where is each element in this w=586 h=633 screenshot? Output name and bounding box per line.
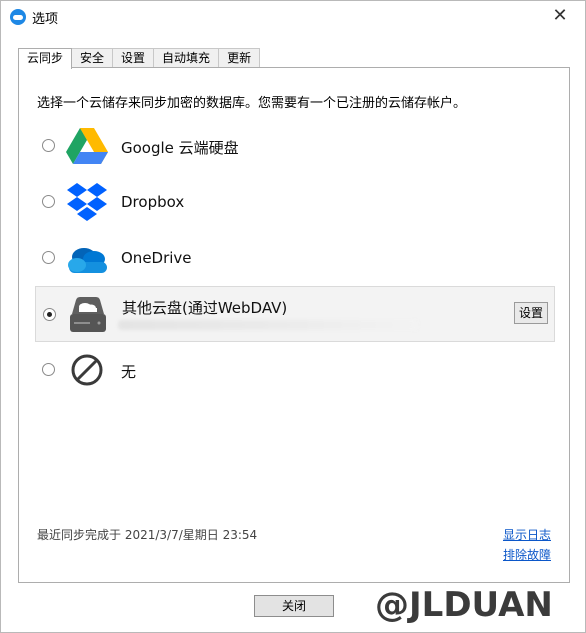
show-log-link[interactable]: 显示日志 bbox=[503, 526, 551, 543]
cloud-app-icon bbox=[10, 9, 26, 25]
option-none[interactable]: 无 bbox=[35, 342, 555, 398]
window-title: 选项 bbox=[32, 12, 59, 27]
watermark: @JLDUAN bbox=[375, 585, 553, 625]
title-bar: 选项 ✕ bbox=[1, 1, 585, 32]
radio-webdav[interactable] bbox=[43, 308, 56, 321]
tab-security[interactable]: 安全 bbox=[71, 48, 114, 68]
option-webdav[interactable]: 其他云盘(通过WebDAV) 设置 bbox=[35, 286, 555, 342]
webdav-url-blurred bbox=[118, 320, 418, 330]
option-label-dropbox: Dropbox bbox=[121, 193, 185, 211]
close-window-button[interactable]: ✕ bbox=[549, 5, 571, 27]
option-label-none: 无 bbox=[121, 363, 137, 381]
google-drive-icon bbox=[66, 128, 108, 164]
tab-settings[interactable]: 设置 bbox=[112, 48, 155, 68]
option-onedrive[interactable]: OneDrive bbox=[35, 230, 555, 286]
radio-google-drive[interactable] bbox=[42, 139, 55, 152]
option-label-onedrive: OneDrive bbox=[121, 249, 192, 267]
troubleshoot-link[interactable]: 排除故障 bbox=[503, 546, 551, 563]
option-label-google-drive: Google 云端硬盘 bbox=[121, 139, 239, 157]
radio-none[interactable] bbox=[42, 363, 55, 376]
tab-update[interactable]: 更新 bbox=[218, 48, 261, 68]
tab-strip: 云同步 安全 设置 自动填充 更新 bbox=[18, 48, 261, 69]
tab-autofill[interactable]: 自动填充 bbox=[153, 48, 220, 68]
cloud-sync-panel: 选择一个云储存来同步加密的数据库。您需要有一个已注册的云储存帐户。 Google… bbox=[18, 67, 570, 583]
last-sync-status: 最近同步完成于 2021/3/7/星期日 23:54 bbox=[37, 528, 258, 542]
dropbox-icon bbox=[67, 183, 107, 221]
none-icon bbox=[71, 354, 103, 386]
radio-onedrive[interactable] bbox=[42, 251, 55, 264]
radio-dropbox[interactable] bbox=[42, 195, 55, 208]
webdav-settings-button[interactable]: 设置 bbox=[514, 302, 548, 324]
option-label-webdav: 其他云盘(通过WebDAV) bbox=[122, 299, 288, 317]
option-dropbox[interactable]: Dropbox bbox=[35, 174, 555, 230]
option-google-drive[interactable]: Google 云端硬盘 bbox=[35, 118, 555, 174]
close-button[interactable]: 关闭 bbox=[254, 595, 334, 617]
intro-text: 选择一个云储存来同步加密的数据库。您需要有一个已注册的云储存帐户。 bbox=[37, 96, 467, 111]
options-window: 选项 ✕ 云同步 安全 设置 自动填充 更新 选择一个云储存来同步加密的数据库。… bbox=[0, 0, 586, 633]
onedrive-icon bbox=[68, 248, 107, 273]
webdav-server-icon bbox=[70, 297, 106, 332]
tab-cloud-sync[interactable]: 云同步 bbox=[18, 48, 73, 69]
